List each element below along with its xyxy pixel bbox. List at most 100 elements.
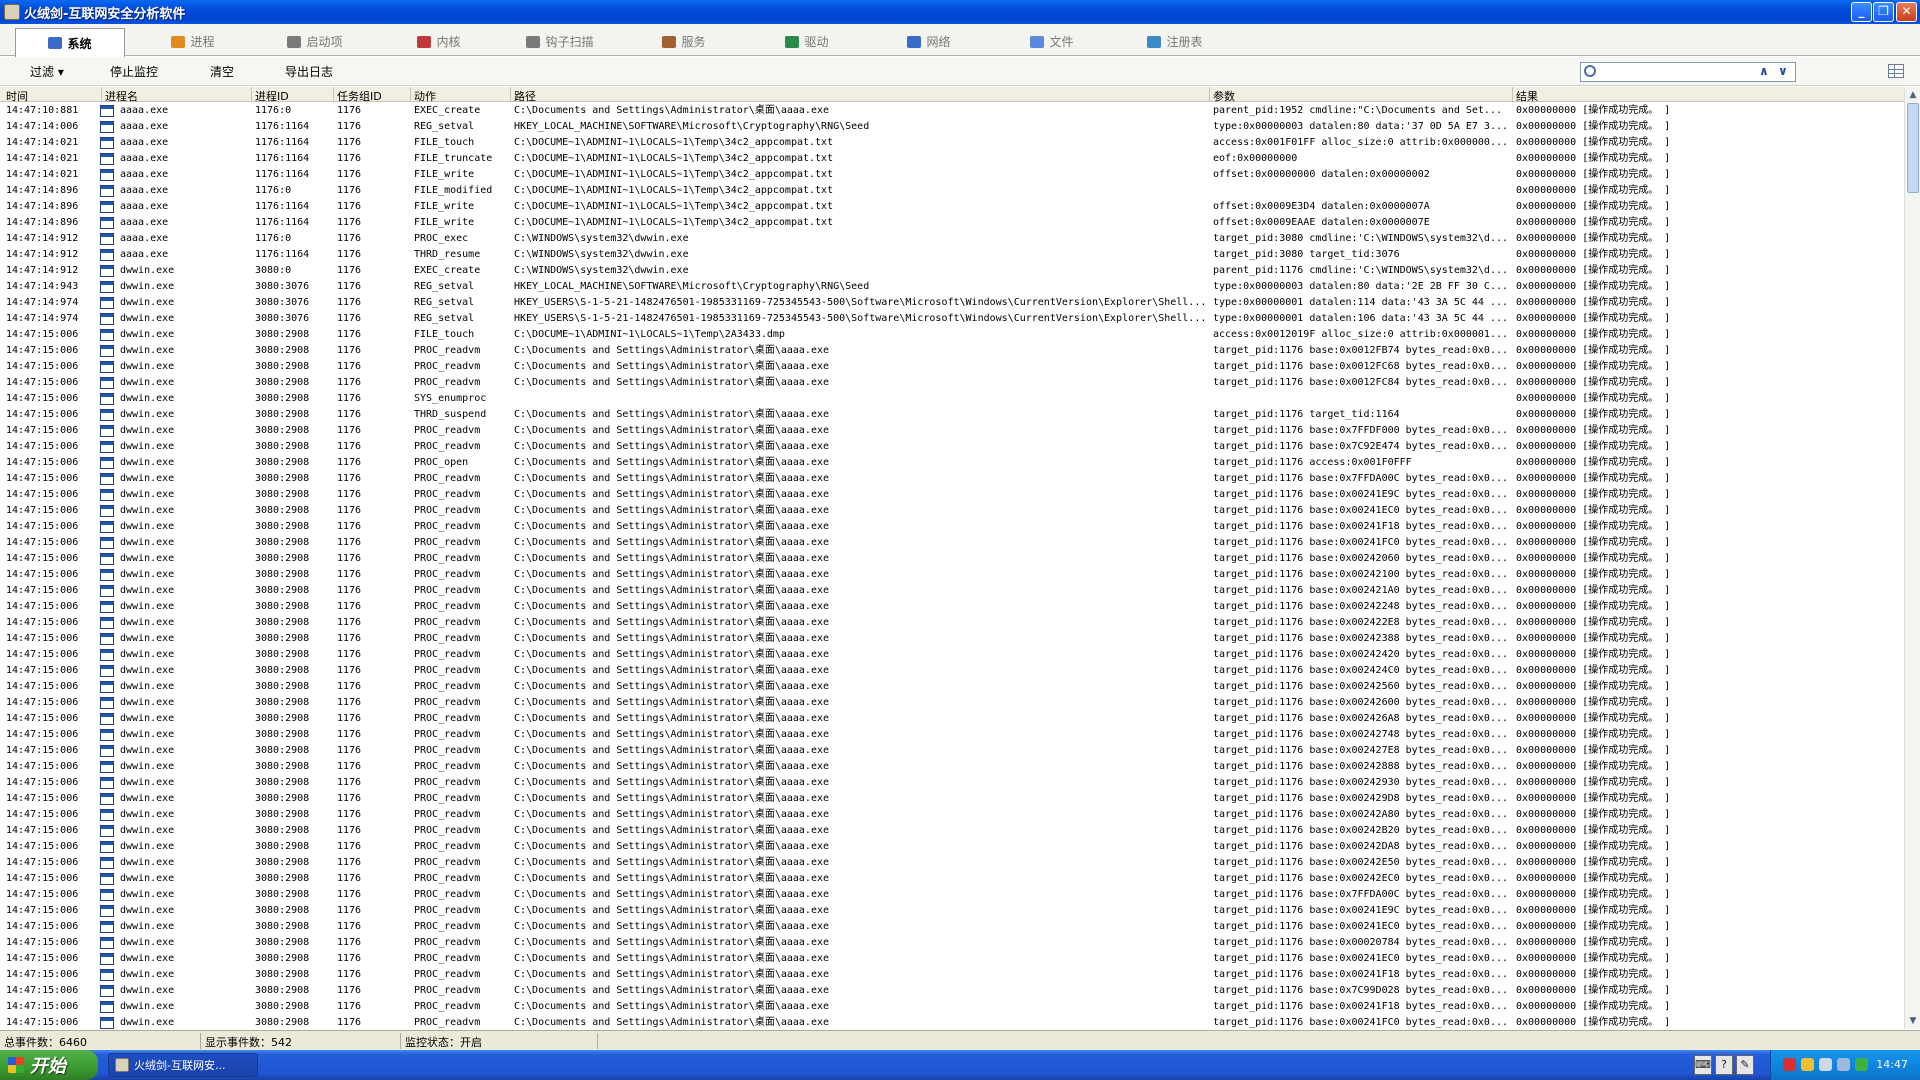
column-header-result[interactable]: 结果 bbox=[1516, 88, 1538, 104]
table-row[interactable]: 14:47:15:006 dwwin.exe 3080:2908 1176 PROC_r… bbox=[0, 967, 1904, 983]
start-button[interactable]: 开始 bbox=[0, 1050, 98, 1080]
filter-button[interactable]: 过滤 ▾ bbox=[30, 63, 64, 80]
tab-network[interactable]: 网络 bbox=[874, 28, 984, 55]
table-row[interactable]: 14:47:15:006 dwwin.exe 3080:2908 1176 PROC_r… bbox=[0, 775, 1904, 791]
table-row[interactable]: 14:47:14:021 aaaa.exe 1176:1164 1176 FILE_to… bbox=[0, 135, 1904, 151]
table-row[interactable]: 14:47:15:006 dwwin.exe 3080:2908 1176 THRD_s… bbox=[0, 407, 1904, 423]
title-bar[interactable]: 火绒剑-互联网安全分析软件 _ ❐ ✕ bbox=[0, 0, 1920, 24]
table-row[interactable]: 14:47:14:912 aaaa.exe 1176:1164 1176 THRD_re… bbox=[0, 247, 1904, 263]
search-next-button[interactable]: ∨ bbox=[1778, 64, 1788, 78]
table-row[interactable]: 14:47:15:006 dwwin.exe 3080:2908 1176 PROC_r… bbox=[0, 423, 1904, 439]
table-row[interactable]: 14:47:15:006 dwwin.exe 3080:2908 1176 PROC_r… bbox=[0, 855, 1904, 871]
table-row[interactable]: 14:47:15:006 dwwin.exe 3080:2908 1176 PROC_r… bbox=[0, 583, 1904, 599]
column-header-process-name[interactable]: 进程名 bbox=[105, 88, 138, 104]
taskbar-window-item[interactable]: 火绒剑-互联网安... bbox=[108, 1053, 258, 1077]
table-row[interactable]: 14:47:15:006 dwwin.exe 3080:2908 1176 PROC_r… bbox=[0, 1015, 1904, 1029]
table-row[interactable]: 14:47:15:006 dwwin.exe 3080:2908 1176 PROC_r… bbox=[0, 375, 1904, 391]
table-row[interactable]: 14:47:15:006 dwwin.exe 3080:2908 1176 PROC_r… bbox=[0, 663, 1904, 679]
maximize-button[interactable]: ❐ bbox=[1873, 2, 1894, 22]
column-settings-icon[interactable] bbox=[1888, 64, 1904, 78]
table-row[interactable]: 14:47:15:006 dwwin.exe 3080:2908 1176 PROC_r… bbox=[0, 711, 1904, 727]
table-row[interactable]: 14:47:15:006 dwwin.exe 3080:2908 1176 SYS_en… bbox=[0, 391, 1904, 407]
tab-startup[interactable]: 启动项 bbox=[260, 28, 370, 55]
tab-kernel[interactable]: 内核 bbox=[384, 28, 494, 55]
minimize-button[interactable]: _ bbox=[1851, 2, 1872, 22]
monitor-icon[interactable] bbox=[1837, 1058, 1850, 1071]
stop-monitor-button[interactable]: 停止监控 bbox=[110, 63, 158, 80]
table-row[interactable]: 14:47:15:006 dwwin.exe 3080:2908 1176 PROC_r… bbox=[0, 951, 1904, 967]
scroll-up-icon[interactable]: ▲ bbox=[1906, 88, 1920, 102]
table-row[interactable]: 14:47:15:006 dwwin.exe 3080:2908 1176 PROC_r… bbox=[0, 807, 1904, 823]
table-row[interactable]: 14:47:15:006 dwwin.exe 3080:2908 1176 PROC_r… bbox=[0, 743, 1904, 759]
table-row[interactable]: 14:47:15:006 dwwin.exe 3080:2908 1176 PROC_r… bbox=[0, 487, 1904, 503]
table-row[interactable]: 14:47:15:006 dwwin.exe 3080:2908 1176 PROC_r… bbox=[0, 679, 1904, 695]
table-row[interactable]: 14:47:14:974 dwwin.exe 3080:3076 1176 REG_se… bbox=[0, 311, 1904, 327]
table-row[interactable]: 14:47:15:006 dwwin.exe 3080:2908 1176 PROC_r… bbox=[0, 535, 1904, 551]
export-log-button[interactable]: 导出日志 bbox=[285, 63, 333, 80]
table-row[interactable]: 14:47:15:006 dwwin.exe 3080:2908 1176 PROC_r… bbox=[0, 903, 1904, 919]
table-row[interactable]: 14:47:15:006 dwwin.exe 3080:2908 1176 PROC_r… bbox=[0, 935, 1904, 951]
column-header-time[interactable]: 时间 bbox=[6, 88, 28, 104]
column-header-action[interactable]: 动作 bbox=[414, 88, 436, 104]
vertical-scrollbar[interactable]: ▲ ▼ bbox=[1904, 87, 1920, 1029]
column-header-params[interactable]: 参数 bbox=[1213, 88, 1235, 104]
scroll-thumb[interactable] bbox=[1907, 103, 1919, 193]
tab-process[interactable]: 进程 bbox=[138, 28, 248, 55]
table-row[interactable]: 14:47:15:006 dwwin.exe 3080:2908 1176 PROC_r… bbox=[0, 839, 1904, 855]
table-row[interactable]: 14:47:15:006 dwwin.exe 3080:2908 1176 PROC_r… bbox=[0, 647, 1904, 663]
search-input[interactable] bbox=[1599, 64, 1749, 80]
scroll-down-icon[interactable]: ▼ bbox=[1906, 1014, 1920, 1028]
table-row[interactable]: 14:47:15:006 dwwin.exe 3080:2908 1176 PROC_r… bbox=[0, 615, 1904, 631]
table-row[interactable]: 14:47:15:006 dwwin.exe 3080:2908 1176 PROC_r… bbox=[0, 823, 1904, 839]
tab-hook[interactable]: 钩子扫描 bbox=[505, 28, 615, 55]
table-row[interactable]: 14:47:15:006 dwwin.exe 3080:2908 1176 PROC_r… bbox=[0, 567, 1904, 583]
table-row[interactable]: 14:47:15:006 dwwin.exe 3080:2908 1176 PROC_r… bbox=[0, 999, 1904, 1015]
table-row[interactable]: 14:47:15:006 dwwin.exe 3080:2908 1176 PROC_r… bbox=[0, 343, 1904, 359]
table-row[interactable]: 14:47:15:006 dwwin.exe 3080:2908 1176 PROC_r… bbox=[0, 695, 1904, 711]
table-row[interactable]: 14:47:14:896 aaaa.exe 1176:0 1176 FILE_modif… bbox=[0, 183, 1904, 199]
table-row[interactable]: 14:47:15:006 dwwin.exe 3080:2908 1176 PROC_r… bbox=[0, 471, 1904, 487]
column-header-group-id[interactable]: 任务组ID bbox=[337, 88, 382, 104]
network-icon[interactable] bbox=[1819, 1058, 1832, 1071]
table-row[interactable]: 14:47:15:006 dwwin.exe 3080:2908 1176 PROC_r… bbox=[0, 599, 1904, 615]
clear-button[interactable]: 清空 bbox=[210, 63, 234, 80]
table-row[interactable]: 14:47:14:021 aaaa.exe 1176:1164 1176 FILE_wr… bbox=[0, 167, 1904, 183]
table-row[interactable]: 14:47:15:006 dwwin.exe 3080:2908 1176 PROC_o… bbox=[0, 455, 1904, 471]
help-icon[interactable]: ? bbox=[1715, 1055, 1733, 1075]
table-row[interactable]: 14:47:15:006 dwwin.exe 3080:2908 1176 PROC_r… bbox=[0, 631, 1904, 647]
update-icon[interactable] bbox=[1855, 1058, 1868, 1071]
shield-icon[interactable] bbox=[1783, 1058, 1796, 1071]
table-row[interactable]: 14:47:15:006 dwwin.exe 3080:2908 1176 PROC_r… bbox=[0, 727, 1904, 743]
table-row[interactable]: 14:47:14:021 aaaa.exe 1176:1164 1176 FILE_tr… bbox=[0, 151, 1904, 167]
tab-system[interactable]: 系统 bbox=[15, 28, 125, 57]
close-button[interactable]: ✕ bbox=[1896, 2, 1917, 22]
table-row[interactable]: 14:47:14:974 dwwin.exe 3080:3076 1176 REG_se… bbox=[0, 295, 1904, 311]
table-row[interactable]: 14:47:14:896 aaaa.exe 1176:1164 1176 FILE_wr… bbox=[0, 215, 1904, 231]
security-icon[interactable] bbox=[1801, 1058, 1814, 1071]
table-row[interactable]: 14:47:15:006 dwwin.exe 3080:2908 1176 PROC_r… bbox=[0, 551, 1904, 567]
table-row[interactable]: 14:47:10:881 aaaa.exe 1176:0 1176 EXEC_creat… bbox=[0, 103, 1904, 119]
table-row[interactable]: 14:47:15:006 dwwin.exe 3080:2908 1176 PROC_r… bbox=[0, 887, 1904, 903]
table-row[interactable]: 14:47:14:943 dwwin.exe 3080:3076 1176 REG_se… bbox=[0, 279, 1904, 295]
table-row[interactable]: 14:47:15:006 dwwin.exe 3080:2908 1176 PROC_r… bbox=[0, 871, 1904, 887]
keyboard-icon[interactable]: ⌨ bbox=[1694, 1055, 1712, 1075]
table-row[interactable]: 14:47:15:006 dwwin.exe 3080:2908 1176 PROC_r… bbox=[0, 439, 1904, 455]
table-row[interactable]: 14:47:15:006 dwwin.exe 3080:2908 1176 PROC_r… bbox=[0, 519, 1904, 535]
table-row[interactable]: 14:47:15:006 dwwin.exe 3080:2908 1176 PROC_r… bbox=[0, 983, 1904, 999]
table-row[interactable]: 14:47:15:006 dwwin.exe 3080:2908 1176 PROC_r… bbox=[0, 919, 1904, 935]
column-header-path[interactable]: 路径 bbox=[514, 88, 536, 104]
table-row[interactable]: 14:47:15:006 dwwin.exe 3080:2908 1176 PROC_r… bbox=[0, 759, 1904, 775]
table-row[interactable]: 14:47:15:006 dwwin.exe 3080:2908 1176 PROC_r… bbox=[0, 503, 1904, 519]
table-row[interactable]: 14:47:14:006 aaaa.exe 1176:1164 1176 REG_set… bbox=[0, 119, 1904, 135]
tab-file[interactable]: 文件 bbox=[997, 28, 1107, 55]
table-row[interactable]: 14:47:15:006 dwwin.exe 3080:2908 1176 PROC_r… bbox=[0, 359, 1904, 375]
table-row[interactable]: 14:47:15:006 dwwin.exe 3080:2908 1176 FILE_t… bbox=[0, 327, 1904, 343]
pen-icon[interactable]: ✎ bbox=[1736, 1055, 1754, 1075]
tab-registry[interactable]: 注册表 bbox=[1120, 28, 1230, 55]
table-row[interactable]: 14:47:14:896 aaaa.exe 1176:1164 1176 FILE_wr… bbox=[0, 199, 1904, 215]
table-row[interactable]: 14:47:14:912 aaaa.exe 1176:0 1176 PROC_exec C… bbox=[0, 231, 1904, 247]
column-header-pid[interactable]: 进程ID bbox=[255, 88, 289, 104]
tab-driver[interactable]: 驱动 bbox=[752, 28, 862, 55]
tab-service[interactable]: 服务 bbox=[629, 28, 739, 55]
table-row[interactable]: 14:47:14:912 dwwin.exe 3080:0 1176 EXEC_crea… bbox=[0, 263, 1904, 279]
